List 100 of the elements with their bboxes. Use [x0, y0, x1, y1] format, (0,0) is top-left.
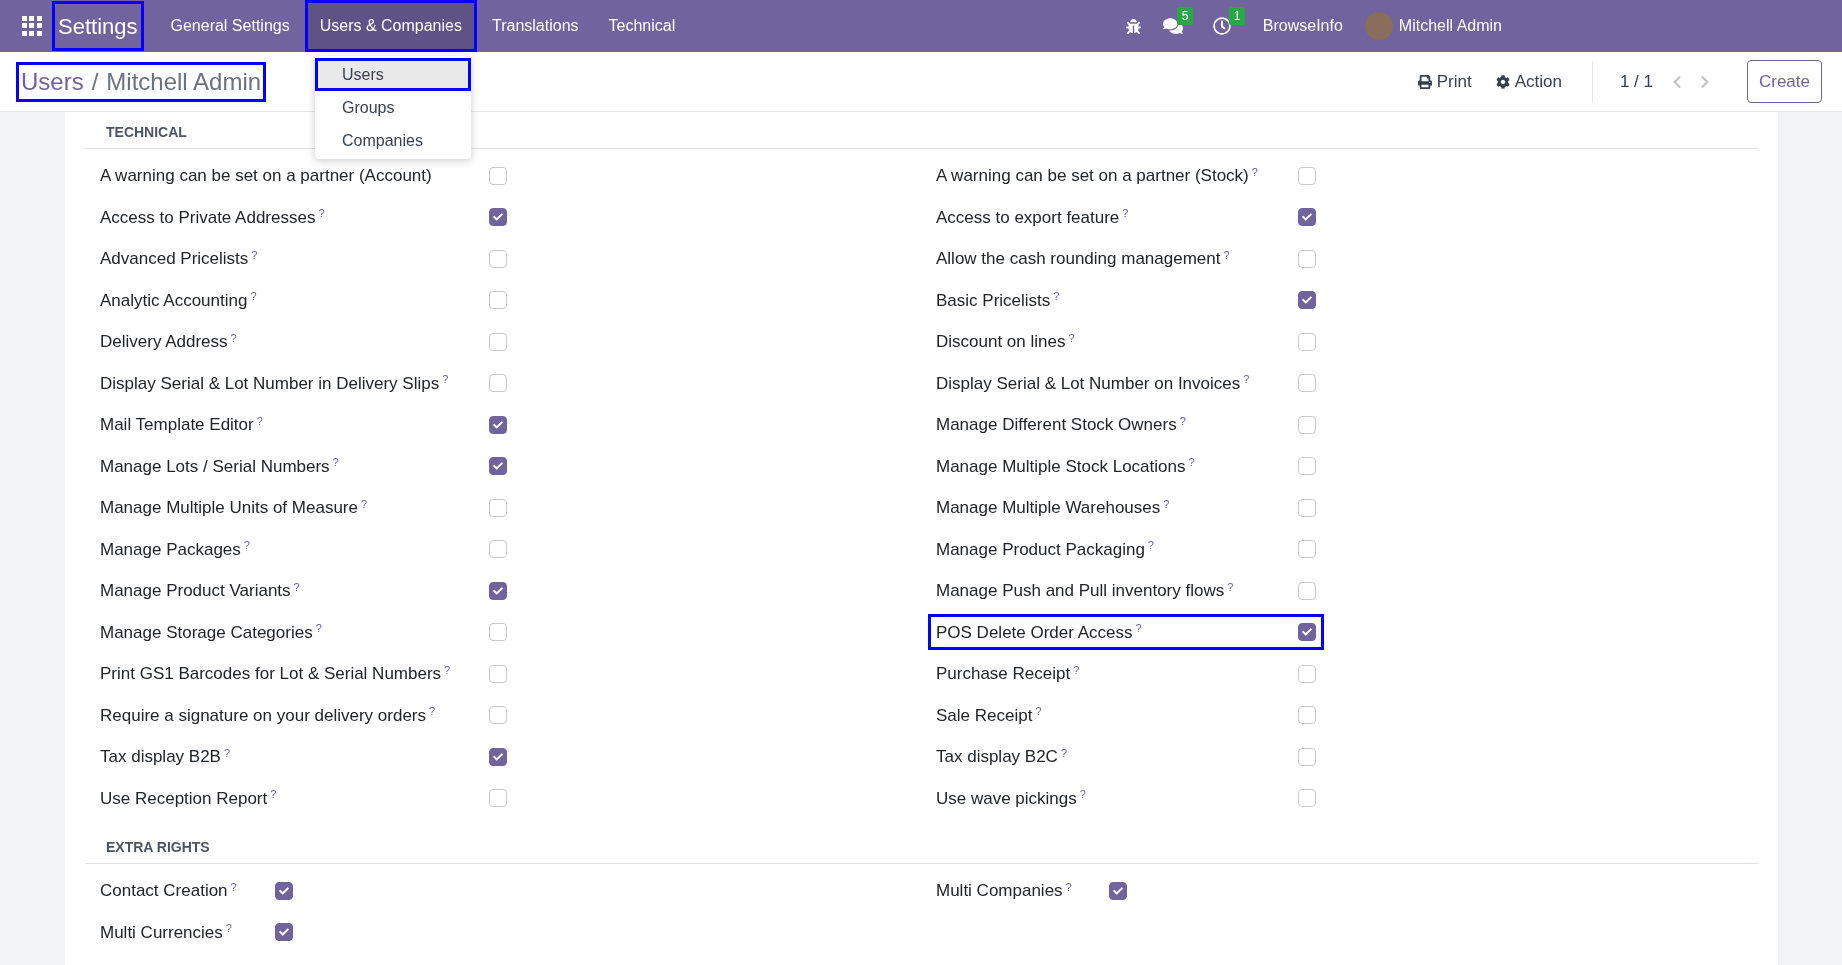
checkbox[interactable] — [1298, 291, 1316, 310]
clock-icon[interactable] — [1212, 17, 1231, 35]
setting-label: Use wave pickings $^{?}$ — [936, 787, 1087, 810]
check-icon — [1302, 212, 1312, 223]
menu-item[interactable]: Users & Companies — [304, 0, 477, 52]
setting-label: Manage Multiple Units of Measure $^{?}$ — [100, 496, 369, 519]
breadcrumb-current: Mitchell Admin — [106, 66, 262, 97]
dropdown-item[interactable]: Users — [315, 58, 471, 91]
checkbox[interactable] — [1298, 706, 1316, 725]
menu-item[interactable]: Technical — [593, 0, 691, 52]
setting-label: Discount on lines $^{?}$ — [936, 330, 1076, 353]
checkbox[interactable] — [489, 374, 507, 393]
action-button[interactable]: Action — [1495, 68, 1562, 95]
setting-label: A warning can be set on a partner (Stock) $^{?}$ — [936, 164, 1259, 187]
check-icon — [493, 419, 503, 430]
checkbox[interactable] — [1298, 581, 1316, 600]
checkbox[interactable] — [489, 540, 507, 559]
setting-label: Manage Multiple Stock Locations $^{?}$ — [936, 455, 1196, 478]
setting-label: Tax display B2C $^{?}$ — [936, 745, 1068, 768]
setting-label: Access to Private Addresses $^{?}$ — [100, 206, 326, 229]
print-button[interactable]: Print — [1417, 68, 1472, 95]
menu-item[interactable]: General Settings — [155, 0, 305, 52]
dropdown-item[interactable]: Companies — [315, 124, 471, 157]
setting-label: Tax display B2B $^{?}$ — [100, 745, 232, 768]
checkbox[interactable] — [1298, 747, 1316, 766]
setting-label: A warning can be set on a partner (Account) — [100, 165, 433, 187]
setting-label: Access to export feature $^{?}$ — [936, 206, 1130, 229]
checkbox[interactable] — [489, 291, 507, 310]
setting-label: Manage Lots / Serial Numbers $^{?}$ — [100, 455, 340, 478]
printer-icon — [1417, 74, 1432, 89]
check-icon — [1302, 627, 1312, 638]
company-name[interactable]: BrowseInfo — [1262, 14, 1343, 38]
setting-label: Manage Product Variants $^{?}$ — [100, 579, 301, 602]
checkbox[interactable] — [1298, 208, 1316, 227]
setting-label: Multi Currencies $^{?}$ — [100, 921, 233, 944]
section-title: EXTRA RIGHTS — [106, 839, 210, 855]
setting-label: Basic Pricelists $^{?}$ — [936, 289, 1061, 312]
checkbox[interactable] — [489, 706, 507, 725]
bug-icon[interactable] — [1125, 18, 1141, 34]
dropdown-item[interactable]: Groups — [315, 91, 471, 124]
setting-label: Delivery Address $^{?}$ — [100, 330, 238, 353]
setting-label: Contact Creation $^{?}$ — [100, 879, 238, 902]
setting-label: Allow the cash rounding management $^{?}$ — [936, 247, 1231, 270]
breadcrumb-link[interactable]: Users — [21, 63, 84, 100]
checkbox[interactable] — [1298, 457, 1316, 476]
checkbox[interactable] — [275, 881, 293, 900]
menu-item[interactable]: Translations — [476, 0, 594, 52]
chat-icon[interactable] — [1162, 17, 1183, 35]
setting-label: Display Serial & Lot Number on Invoices $^{?}$ — [936, 372, 1251, 395]
checkbox[interactable] — [275, 923, 293, 942]
setting-label: Mail Template Editor $^{?}$ — [100, 413, 264, 436]
checkbox[interactable] — [489, 498, 507, 517]
user-name[interactable]: Mitchell Admin — [1398, 14, 1502, 38]
checkbox[interactable] — [489, 664, 507, 683]
check-icon — [493, 461, 503, 472]
checkbox[interactable] — [489, 747, 507, 766]
avatar[interactable] — [1364, 12, 1393, 40]
checkbox[interactable] — [489, 208, 507, 227]
create-button[interactable]: Create — [1746, 60, 1822, 103]
checkbox[interactable] — [489, 332, 507, 351]
apps-grid-icon[interactable] — [22, 16, 42, 36]
setting-label: Manage Multiple Warehouses $^{?}$ — [936, 496, 1171, 519]
breadcrumb-separator: / — [91, 66, 99, 97]
app-title[interactable]: Settings — [52, 1, 144, 51]
setting-label: Use Reception Report $^{?}$ — [100, 787, 278, 810]
setting-label: Display Serial & Lot Number in Delivery Slips $^{?}$ — [100, 372, 450, 395]
setting-label: Manage Product Packaging $^{?}$ — [936, 538, 1155, 561]
checkbox[interactable] — [1298, 415, 1316, 434]
setting-label: Require a signature on your delivery orders $^{?}$ — [100, 704, 437, 727]
checkbox[interactable] — [1298, 623, 1316, 642]
checkbox[interactable] — [489, 166, 507, 185]
checkbox[interactable] — [1298, 166, 1316, 185]
setting-label: Print GS1 Barcodes for Lot & Serial Numbers $^{?}$ — [100, 662, 452, 685]
next-icon[interactable] — [1698, 74, 1711, 89]
checkbox[interactable] — [1298, 498, 1316, 517]
checkbox[interactable] — [489, 581, 507, 600]
checkbox[interactable] — [1298, 789, 1316, 808]
checkbox[interactable] — [489, 789, 507, 808]
check-icon — [493, 585, 503, 596]
check-icon — [493, 751, 503, 762]
checkbox[interactable] — [1298, 540, 1316, 559]
checkbox[interactable] — [1109, 881, 1127, 900]
setting-label: Purchase Receipt $^{?}$ — [936, 662, 1081, 685]
checkbox[interactable] — [1298, 374, 1316, 393]
check-icon — [279, 927, 289, 938]
checkbox[interactable] — [489, 415, 507, 434]
checkbox[interactable] — [489, 249, 507, 268]
checkbox[interactable] — [489, 457, 507, 476]
activity-count: 1 — [1228, 7, 1246, 25]
setting-label: Manage Packages $^{?}$ — [100, 538, 251, 561]
check-icon — [279, 885, 289, 896]
checkbox[interactable] — [1298, 332, 1316, 351]
checkbox[interactable] — [489, 623, 507, 642]
setting-label: POS Delete Order Access $^{?}$ — [936, 621, 1143, 644]
check-icon — [1113, 885, 1123, 896]
setting-label: Analytic Accounting $^{?}$ — [100, 289, 258, 312]
checkbox[interactable] — [1298, 249, 1316, 268]
message-count: 5 — [1176, 7, 1194, 25]
checkbox[interactable] — [1298, 664, 1316, 683]
pager: 1 / 1 — [1619, 70, 1653, 93]
